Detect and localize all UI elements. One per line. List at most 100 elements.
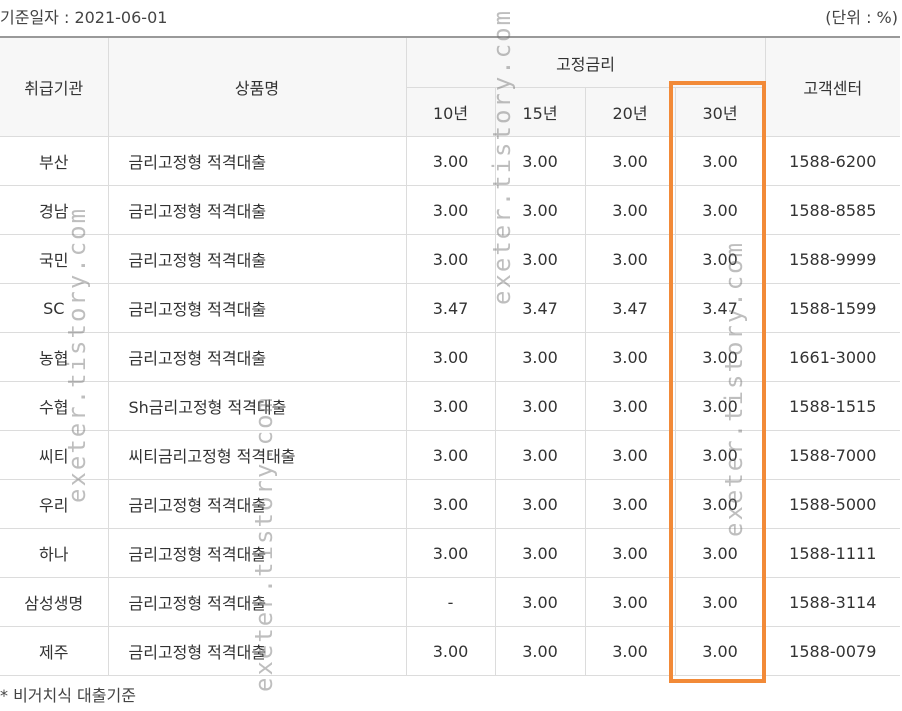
phone-cell: 1588-1599 <box>764 283 901 333</box>
product-cell: 금리고정형 적격대출 <box>107 332 407 382</box>
rate-20y-cell: 3.00 <box>584 626 676 676</box>
institution-cell: 경남 <box>0 185 109 235</box>
rate-15y-cell: 3.00 <box>494 332 586 382</box>
rate-20y-cell: 3.00 <box>584 577 676 627</box>
rate-30y-cell: 3.00 <box>674 479 766 529</box>
institution-cell: 우리 <box>0 479 109 529</box>
institution-cell: 국민 <box>0 234 109 284</box>
phone-cell: 1588-9999 <box>764 234 901 284</box>
rate-30y-cell: 3.00 <box>674 136 766 186</box>
institution-cell: 제주 <box>0 626 109 676</box>
rate-10y-cell: 3.00 <box>405 136 496 186</box>
product-cell: 금리고정형 적격대출 <box>107 577 407 627</box>
rate-15y-cell: 3.00 <box>494 626 586 676</box>
unit-label: (단위 : %) <box>825 8 898 27</box>
institution-cell: 하나 <box>0 528 109 578</box>
rate-table-body: 부산 금리고정형 적격대출 3.00 3.00 3.00 3.00 1588-6200 경남 금… <box>0 136 901 676</box>
institution-cell: 수협 <box>0 381 109 431</box>
product-cell: 금리고정형 적격대출 <box>107 234 407 284</box>
rate-10y-cell: 3.00 <box>405 479 496 529</box>
table-row: 경남 금리고정형 적격대출 3.00 3.00 3.00 3.00 1588-8585 <box>0 185 901 235</box>
rate-20y-cell: 3.00 <box>584 381 676 431</box>
rate-20y-cell: 3.00 <box>584 430 676 480</box>
phone-cell: 1588-3114 <box>764 577 901 627</box>
phone-cell: 1588-1515 <box>764 381 901 431</box>
rate-10y-cell: 3.00 <box>405 430 496 480</box>
rate-20y-cell: 3.00 <box>584 234 676 284</box>
header-institution: 취급기관 <box>0 36 109 137</box>
phone-cell: 1588-1111 <box>764 528 901 578</box>
table-row: 우리 금리고정형 적격대출 3.00 3.00 3.00 3.00 1588-5000 <box>0 479 901 529</box>
phone-cell: 1588-5000 <box>764 479 901 529</box>
institution-cell: 삼성생명 <box>0 577 109 627</box>
rate-30y-cell: 3.00 <box>674 332 766 382</box>
rate-30y-cell: 3.47 <box>674 283 766 333</box>
rate-15y-cell: 3.00 <box>494 430 586 480</box>
header-product: 상품명 <box>107 36 407 137</box>
rate-20y-cell: 3.00 <box>584 136 676 186</box>
rate-20y-cell: 3.00 <box>584 479 676 529</box>
phone-cell: 1588-8585 <box>764 185 901 235</box>
meta-row: 기준일자 : 2021-06-01 (단위 : %) <box>0 0 902 30</box>
rate-20y-cell: 3.47 <box>584 283 676 333</box>
phone-cell: 1588-0079 <box>764 626 901 676</box>
rate-10y-cell: 3.47 <box>405 283 496 333</box>
table-row: 하나 금리고정형 적격대출 3.00 3.00 3.00 3.00 1588-1111 <box>0 528 901 578</box>
rate-20y-cell: 3.00 <box>584 332 676 382</box>
rate-10y-cell: 3.00 <box>405 234 496 284</box>
rate-10y-cell: 3.00 <box>405 332 496 382</box>
rate-15y-cell: 3.00 <box>494 234 586 284</box>
product-cell: 금리고정형 적격대출 <box>107 283 407 333</box>
rate-20y-cell: 3.00 <box>584 185 676 235</box>
header-term-20: 20년 <box>584 87 676 137</box>
header-term-10: 10년 <box>406 87 496 137</box>
base-date-label: 기준일자 : 2021-06-01 <box>0 8 168 27</box>
rate-10y-cell: 3.00 <box>405 528 496 578</box>
rate-30y-cell: 3.00 <box>674 528 766 578</box>
rate-15y-cell: 3.47 <box>494 283 586 333</box>
rate-30y-cell: 3.00 <box>674 381 766 431</box>
rate-15y-cell: 3.00 <box>494 381 586 431</box>
header-contact: 고객센터 <box>764 36 901 137</box>
phone-cell: 1661-3000 <box>764 332 901 382</box>
rate-15y-cell: 3.00 <box>494 185 586 235</box>
rate-15y-cell: 3.00 <box>494 577 586 627</box>
phone-cell: 1588-7000 <box>764 430 901 480</box>
header-term-30: 30년 <box>674 87 766 137</box>
header-term-15: 15년 <box>494 87 586 137</box>
rate-30y-cell: 3.00 <box>674 430 766 480</box>
footnote: * 비거치식 대출기준 <box>0 686 136 705</box>
rate-20y-cell: 3.00 <box>584 528 676 578</box>
product-cell: 씨티금리고정형 적격대출 <box>107 430 407 480</box>
rate-30y-cell: 3.00 <box>674 626 766 676</box>
institution-cell: SC <box>0 283 109 333</box>
product-cell: 금리고정형 적격대출 <box>107 626 407 676</box>
header-fixed-rate: 고정금리 <box>405 36 766 88</box>
phone-cell: 1588-6200 <box>764 136 901 186</box>
table-row: 씨티 씨티금리고정형 적격대출 3.00 3.00 3.00 3.00 1588-7000 <box>0 430 901 480</box>
rate-10y-cell: 3.00 <box>405 626 496 676</box>
product-cell: 금리고정형 적격대출 <box>107 185 407 235</box>
institution-cell: 농협 <box>0 332 109 382</box>
table-row: 수협 Sh금리고정형 적격대출 3.00 3.00 3.00 3.00 1588-1515 <box>0 381 901 431</box>
table-row: 부산 금리고정형 적격대출 3.00 3.00 3.00 3.00 1588-6200 <box>0 136 901 186</box>
rate-15y-cell: 3.00 <box>494 136 586 186</box>
product-cell: 금리고정형 적격대출 <box>107 528 407 578</box>
rate-30y-cell: 3.00 <box>674 185 766 235</box>
rate-30y-cell: 3.00 <box>674 577 766 627</box>
rate-table: 취급기관 상품명 고정금리 고객센터 10년 15년 20년 30년 부산 금리고… <box>0 36 901 676</box>
rate-10y-cell: - <box>405 577 496 627</box>
table-row: 삼성생명 금리고정형 적격대출 -3.00 3.00 3.00 1588-3114 <box>0 577 901 627</box>
rate-10y-cell: 3.00 <box>405 381 496 431</box>
table-row: 농협 금리고정형 적격대출 3.00 3.00 3.00 3.00 1661-3000 <box>0 332 901 382</box>
table-row: 국민 금리고정형 적격대출 3.00 3.00 3.00 3.00 1588-9999 <box>0 234 901 284</box>
rate-15y-cell: 3.00 <box>494 528 586 578</box>
table-row: 제주 금리고정형 적격대출 3.00 3.00 3.00 3.00 1588-0079 <box>0 626 901 676</box>
product-cell: 금리고정형 적격대출 <box>107 479 407 529</box>
rate-10y-cell: 3.00 <box>405 185 496 235</box>
product-cell: 금리고정형 적격대출 <box>107 136 407 186</box>
product-cell: Sh금리고정형 적격대출 <box>107 381 407 431</box>
rate-15y-cell: 3.00 <box>494 479 586 529</box>
table-row: SC 금리고정형 적격대출 3.47 3.47 3.47 3.47 1588-1599 <box>0 283 901 333</box>
rate-30y-cell: 3.00 <box>674 234 766 284</box>
